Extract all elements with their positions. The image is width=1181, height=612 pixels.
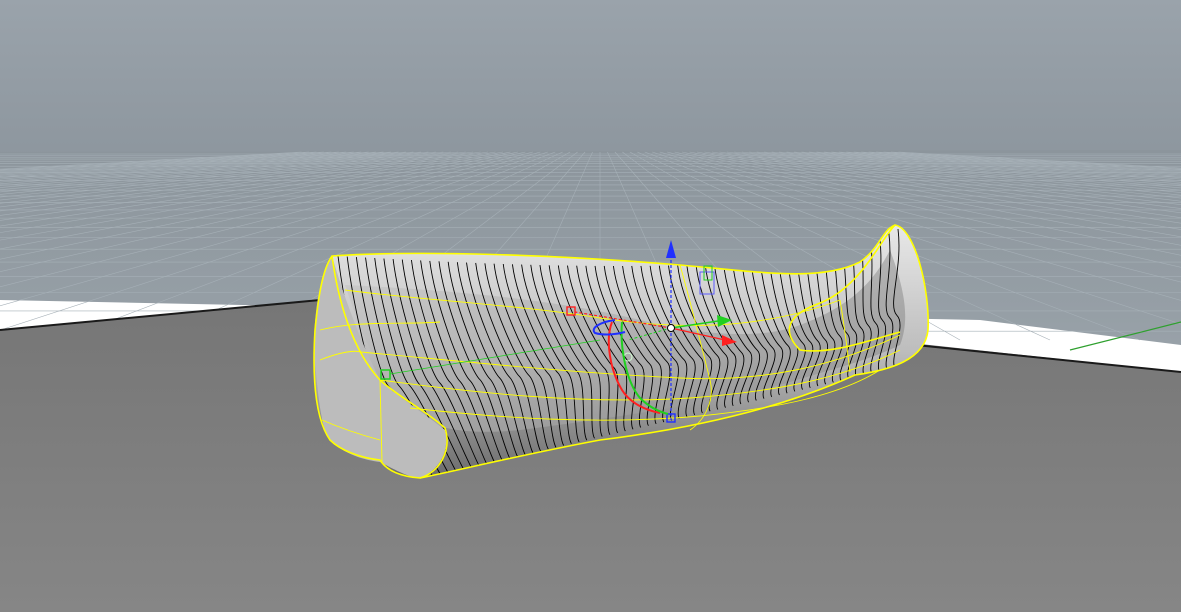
viewport-background xyxy=(0,0,1181,160)
perspective-viewport[interactable] xyxy=(0,0,1181,612)
gizmo-center-point[interactable] xyxy=(667,324,675,332)
